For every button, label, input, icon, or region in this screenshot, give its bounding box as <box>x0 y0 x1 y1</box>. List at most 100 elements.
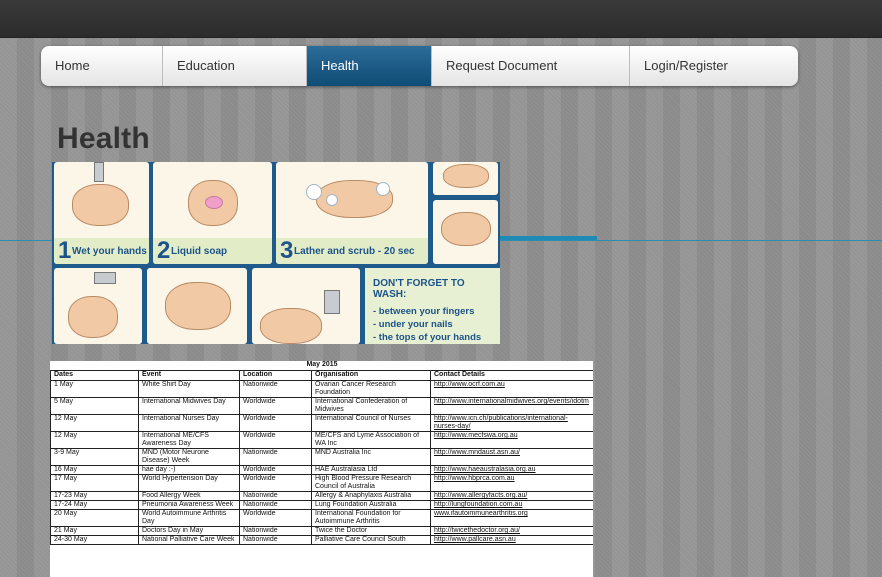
table-caption: May 2015 <box>50 361 593 371</box>
cell-organisation: International Confederation of Midwives <box>311 397 431 415</box>
step-6-panel <box>54 268 142 344</box>
cell-location: Nationwide <box>239 535 312 545</box>
reminder-tip: - between your fingers <box>373 306 475 317</box>
cell-contact[interactable]: www.ifautoimmunearthritis.org <box>429 509 593 527</box>
table-row: 5 May International Midwives Day Worldwide… <box>50 397 593 415</box>
reminder-heading: DON'T FORGET TO WASH: <box>373 278 465 300</box>
cell-organisation: Twice the Doctor <box>311 526 431 536</box>
cell-contact[interactable]: http://www.hbprca.com.au <box>429 474 593 492</box>
cell-organisation: Lung Foundation Australia <box>311 500 431 510</box>
cell-contact[interactable]: http://www.pallcare.asn.au <box>429 535 593 545</box>
reminder-tip: - under your nails <box>373 319 453 330</box>
hands-illustration <box>165 282 231 330</box>
cell-contact[interactable]: http://www.ocrf.com.au <box>429 380 593 398</box>
cell-location: Worldwide <box>239 509 312 527</box>
reminder-box: DON'T FORGET TO WASH: - between your fin… <box>365 268 500 344</box>
cell-date: 12 May <box>50 414 139 432</box>
cell-contact[interactable]: http://www.haeaustralasia.org.au <box>429 465 593 475</box>
cell-event: National Palliative Care Week <box>138 535 240 545</box>
cell-contact[interactable]: http://www.icn.ch/publications/internati… <box>429 414 593 432</box>
cell-contact[interactable]: http://www.allergyfacts.org.au/ <box>429 491 593 501</box>
nav-item-home[interactable]: Home <box>41 46 163 86</box>
table-row: 24-30 May National Palliative Care Week Na… <box>50 535 593 545</box>
table-row: 12 May International Nurses Day Worldwide I… <box>50 414 593 432</box>
step-2-number: 2 <box>157 237 171 264</box>
bubble-illustration <box>326 194 338 206</box>
cell-event: International Nurses Day <box>138 414 240 432</box>
cell-event: MND (Motor Neurone Disease) Week <box>138 448 240 466</box>
step-8-panel <box>252 268 360 344</box>
table-caption-row: May 2015 <box>50 361 593 371</box>
cell-event: Doctors Day in May <box>138 526 240 536</box>
cell-date: 17 May <box>50 474 139 492</box>
cell-location: Nationwide <box>239 448 312 466</box>
cell-date: 1 May <box>50 380 139 398</box>
events-table: May 2015 Dates Event Location Organisati… <box>50 361 593 545</box>
cell-organisation: MND Australia Inc <box>311 448 431 466</box>
cell-event: World Hypertension Day <box>138 474 240 492</box>
handwashing-poster: 1 Wet your hands 2 Liquid soap 3 Lather … <box>52 162 500 344</box>
cell-organisation: ME/CFS and Lyme Association of WA Inc <box>311 431 431 449</box>
cell-contact[interactable]: http://www.mndaust.asn.au/ <box>429 448 593 466</box>
cell-location: Nationwide <box>239 380 312 398</box>
cell-organisation: International Council of Nurses <box>311 414 431 432</box>
cell-date: 17-24 May <box>50 500 139 510</box>
column-header-organisation: Organisation <box>311 370 431 381</box>
nav-item-education[interactable]: Education <box>163 46 307 86</box>
cell-organisation: High Blood Pressure Research Council of … <box>311 474 431 492</box>
table-row: 20 May World Autoimmune Arthritis Day Worl… <box>50 509 593 527</box>
column-header-contact-details: Contact Details <box>429 370 593 381</box>
step-2-caption: 2 Liquid soap <box>153 238 272 264</box>
step-3-caption: 3 Lather and scrub - 20 sec <box>276 238 428 264</box>
cell-location: Worldwide <box>239 465 312 475</box>
cell-location: Nationwide <box>239 526 312 536</box>
step-1-label: Wet your hands <box>72 246 147 257</box>
column-header-event: Event <box>138 370 240 381</box>
nav-item-health[interactable]: Health <box>307 46 432 86</box>
step-5-panel <box>433 200 498 264</box>
bubble-illustration <box>306 184 322 200</box>
cell-location: Worldwide <box>239 397 312 415</box>
hands-illustration <box>68 296 118 338</box>
top-bar <box>0 0 882 38</box>
nav-item-request-document[interactable]: Request Document <box>432 46 630 86</box>
hands-illustration <box>441 212 491 246</box>
cell-contact[interactable]: http://www.internationalmidwives.org/eve… <box>429 397 593 415</box>
cell-date: 24-30 May <box>50 535 139 545</box>
table-row: 17-23 May Food Allergy Week Nationwide Alle… <box>50 491 593 501</box>
step-2-label: Liquid soap <box>171 246 228 257</box>
cell-date: 16 May <box>50 465 139 475</box>
events-table-image: May 2015 Dates Event Location Organisati… <box>50 361 593 577</box>
table-row: 21 May Doctors Day in May Nationwide Twice … <box>50 526 593 536</box>
table-row: 16 May hae day :-) Worldwide HAE Australasi… <box>50 465 593 475</box>
cell-location: Worldwide <box>239 414 312 432</box>
step-1-panel: 1 Wet your hands <box>54 162 149 264</box>
step-1-number: 1 <box>58 237 72 264</box>
accent-bar <box>498 236 597 240</box>
step-7-panel <box>147 268 247 344</box>
nav-item-login-register[interactable]: Login/Register <box>630 46 798 86</box>
cell-date: 20 May <box>50 509 139 527</box>
cell-date: 5 May <box>50 397 139 415</box>
tap-illustration <box>94 162 104 182</box>
step-3-label: Lather and scrub - 20 sec <box>294 246 415 257</box>
tap-illustration <box>94 272 116 284</box>
cell-contact[interactable]: http://twicethedoctor.org.au/ <box>429 526 593 536</box>
cell-organisation: Allergy & Anaphylaxis Australia <box>311 491 431 501</box>
cell-date: 21 May <box>50 526 139 536</box>
cell-contact[interactable]: http://lungfoundation.com.au <box>429 500 593 510</box>
cell-date: 17-23 May <box>50 491 139 501</box>
tap-illustration <box>324 290 340 314</box>
cell-event: White Shirt Day <box>138 380 240 398</box>
cell-event: hae day :-) <box>138 465 240 475</box>
bubble-illustration <box>376 182 390 196</box>
table-body: 1 May White Shirt Day Nationwide Ovarian Ca… <box>50 380 593 545</box>
cell-contact[interactable]: http://www.mecfswa.org.au <box>429 431 593 449</box>
cell-event: World Autoimmune Arthritis Day <box>138 509 240 527</box>
cell-event: International ME/CFS Awareness Day <box>138 431 240 449</box>
table-row: 12 May International ME/CFS Awareness Day… <box>50 431 593 449</box>
table-row: 3-9 May MND (Motor Neurone Disease) Week N… <box>50 448 593 466</box>
main-nav: Home Education Health Request Document L… <box>41 46 798 86</box>
table-row: 17-24 May Pneumonia Awareness Week Nationw… <box>50 500 593 510</box>
cell-date: 12 May <box>50 431 139 449</box>
